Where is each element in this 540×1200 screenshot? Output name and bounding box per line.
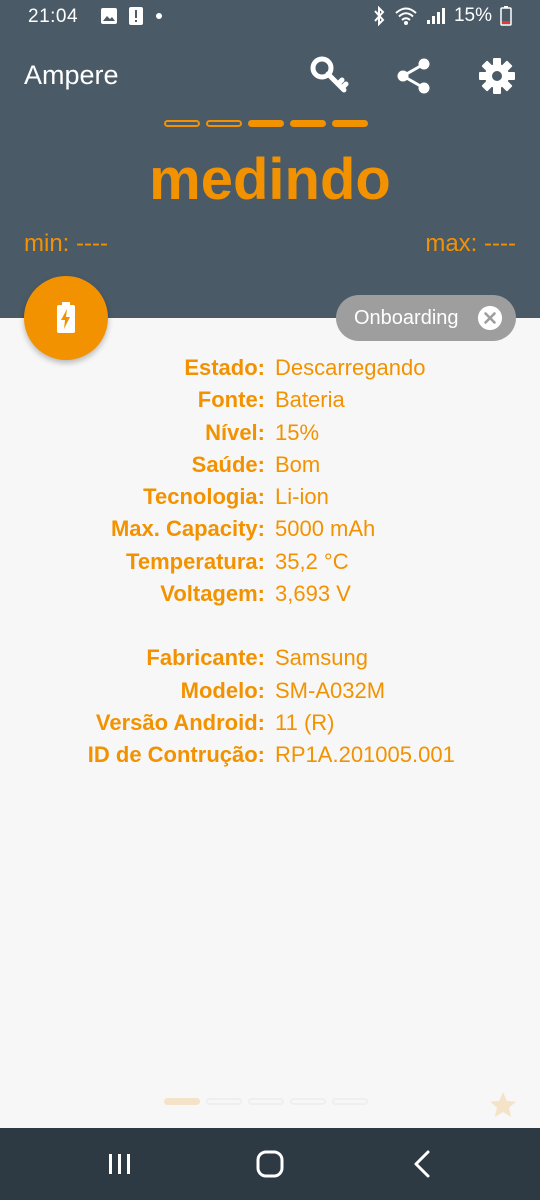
- info-row: Modelo: SM-A032M: [0, 678, 540, 710]
- info-row: Fabricante: Samsung: [0, 645, 540, 677]
- navigation-bar: [0, 1128, 540, 1200]
- status-bar: 21:04 15%: [0, 0, 540, 34]
- info-label: Tecnologia:: [143, 484, 265, 510]
- info-row: ID de Contrução: RP1A.201005.001: [0, 742, 540, 774]
- info-label: Estado:: [184, 355, 265, 380]
- info-value: 5000 mAh: [275, 516, 376, 542]
- alert-icon: [129, 7, 143, 25]
- dot-icon: [156, 13, 162, 19]
- app-title: Ampere: [24, 60, 119, 90]
- bluetooth-icon: [374, 6, 385, 26]
- page-dash: [248, 1098, 284, 1105]
- indicator-dash: [164, 120, 200, 127]
- battery-info-list: Estado: Descarregando Fonte: Bateria Nível…: [0, 355, 540, 775]
- page-dash: [206, 1098, 242, 1105]
- info-row: Voltagem: 3,693 V: [0, 581, 540, 613]
- close-icon[interactable]: [478, 306, 502, 330]
- star-icon[interactable]: [488, 1090, 518, 1120]
- info-value: Samsung: [275, 645, 368, 671]
- key-icon[interactable]: [310, 56, 350, 96]
- page-dash: [164, 1098, 200, 1105]
- home-icon[interactable]: [250, 1148, 290, 1180]
- info-value: 35,2 °C: [275, 548, 349, 574]
- status-time: 21:04: [28, 6, 79, 27]
- info-row: Saúde: Bom: [0, 452, 540, 484]
- info-label: Modelo:: [180, 677, 265, 703]
- info-label: Nível:: [205, 419, 265, 445]
- info-value: Bom: [275, 451, 321, 477]
- info-label: Fabricante:: [146, 645, 265, 671]
- notification-icons: [100, 6, 164, 26]
- info-value: RP1A.201005.001: [275, 742, 455, 768]
- share-icon[interactable]: [394, 56, 434, 96]
- info-label: Max. Capacity:: [110, 516, 265, 542]
- signal-icon: [426, 8, 445, 24]
- system-icons: 15%: [372, 5, 512, 27]
- page-indicator: [164, 1098, 368, 1105]
- battery-charging-icon: [57, 302, 75, 333]
- indicator-dash: [206, 120, 242, 127]
- info-label: Temperatura:: [126, 548, 265, 574]
- info-value: 3,693 V: [275, 581, 351, 607]
- info-value: 11 (R): [275, 709, 335, 735]
- info-label: Voltagem:: [160, 581, 265, 607]
- battery-fab-button[interactable]: [24, 276, 108, 360]
- info-row: Estado: Descarregando: [0, 355, 540, 387]
- info-row: Tecnologia: Li-ion: [0, 484, 540, 516]
- gallery-icon: [101, 8, 117, 24]
- info-label: Saúde:: [191, 451, 265, 477]
- page-dash: [332, 1098, 368, 1105]
- info-row: Fonte: Bateria: [0, 387, 540, 419]
- measurement-indicator: [164, 120, 368, 127]
- wifi-icon: [395, 7, 417, 25]
- battery-percent: 15%: [453, 5, 492, 26]
- info-value: SM-A032M: [275, 677, 386, 703]
- battery-icon: [500, 6, 512, 26]
- info-value: Li-ion: [275, 484, 329, 510]
- indicator-dash: [248, 120, 284, 127]
- info-row: Max. Capacity: 5000 mAh: [0, 516, 540, 548]
- info-value: Bateria: [275, 387, 345, 413]
- onboarding-chip[interactable]: Onboarding: [336, 295, 516, 341]
- info-label: Versão Android:: [95, 709, 265, 735]
- info-row: Nível: 15%: [0, 420, 540, 452]
- gear-icon[interactable]: [477, 56, 517, 96]
- onboarding-label: Onboarding: [354, 306, 459, 329]
- info-label: Fonte:: [197, 387, 265, 413]
- max-value: max: ----: [425, 230, 516, 257]
- measuring-status: medindo: [149, 147, 391, 212]
- info-value: 15%: [275, 419, 320, 445]
- page-dash: [290, 1098, 326, 1105]
- min-value: min: ----: [24, 230, 108, 257]
- indicator-dash: [290, 120, 326, 127]
- back-icon[interactable]: [404, 1148, 444, 1180]
- header: Ampere medindo min: ---- max: ----: [0, 34, 540, 318]
- recent-apps-icon[interactable]: [100, 1148, 140, 1180]
- info-label: ID de Contrução:: [87, 742, 265, 768]
- info-value: Descarregando: [275, 355, 426, 380]
- info-row: Temperatura: 35,2 °C: [0, 549, 540, 581]
- indicator-dash: [332, 120, 368, 127]
- info-row: Versão Android: 11 (R): [0, 710, 540, 742]
